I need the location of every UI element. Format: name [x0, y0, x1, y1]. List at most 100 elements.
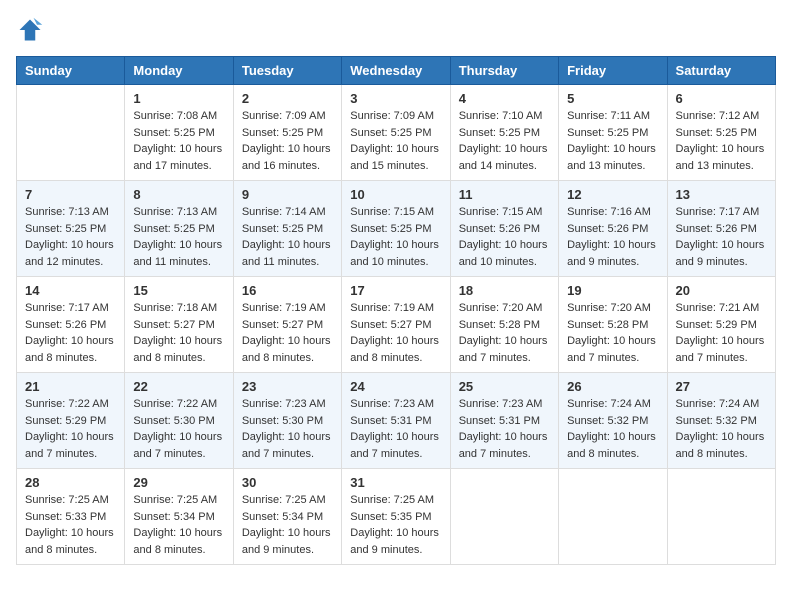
calendar-cell: 14Sunrise: 7:17 AMSunset: 5:26 PMDayligh…: [17, 277, 125, 373]
day-info: Sunrise: 7:17 AMSunset: 5:26 PMDaylight:…: [676, 204, 767, 270]
day-number: 3: [350, 91, 441, 106]
day-number: 7: [25, 187, 116, 202]
day-info: Sunrise: 7:13 AMSunset: 5:25 PMDaylight:…: [25, 204, 116, 270]
day-info: Sunrise: 7:19 AMSunset: 5:27 PMDaylight:…: [242, 300, 333, 366]
calendar-cell: 27 Sunrise: 7:24 AMSunset: 5:32 PMDayligh…: [667, 373, 775, 469]
calendar-cell: 8Sunrise: 7:13 AMSunset: 5:25 PMDaylight…: [125, 181, 233, 277]
calendar-body: 1 Sunrise: 7:08 AMSunset: 5:25 PMDaylight…: [17, 85, 776, 565]
day-info: Sunrise: 7:22 AMSunset: 5:30 PMDaylight:…: [133, 396, 224, 462]
calendar-cell: 16 Sunrise: 7:19 AMSunset: 5:27 PMDayligh…: [233, 277, 341, 373]
day-info: Sunrise: 7:14 AMSunset: 5:25 PMDaylight:…: [242, 204, 333, 270]
day-info: Sunrise: 7:19 AMSunset: 5:27 PMDaylight:…: [350, 300, 441, 366]
calendar-cell: [17, 85, 125, 181]
calendar-cell: 31 Sunrise: 7:25 AMSunset: 5:35 PMDayligh…: [342, 469, 450, 565]
day-info: Sunrise: 7:13 AMSunset: 5:25 PMDaylight:…: [133, 204, 224, 270]
day-number: 13: [676, 187, 767, 202]
day-info: Sunrise: 7:24 AMSunset: 5:32 PMDaylight:…: [567, 396, 658, 462]
calendar-cell: 13 Sunrise: 7:17 AMSunset: 5:26 PMDayligh…: [667, 181, 775, 277]
calendar-cell: 28 Sunrise: 7:25 AMSunset: 5:33 PMDayligh…: [17, 469, 125, 565]
day-info: Sunrise: 7:10 AMSunset: 5:25 PMDaylight:…: [459, 108, 550, 174]
day-info: Sunrise: 7:08 AMSunset: 5:25 PMDaylight:…: [133, 108, 224, 174]
column-header-tuesday: Tuesday: [233, 57, 341, 85]
column-header-thursday: Thursday: [450, 57, 558, 85]
day-info: Sunrise: 7:12 AMSunset: 5:25 PMDaylight:…: [676, 108, 767, 174]
calendar-cell: 3 Sunrise: 7:09 AMSunset: 5:25 PMDaylight…: [342, 85, 450, 181]
day-info: Sunrise: 7:20 AMSunset: 5:28 PMDaylight:…: [567, 300, 658, 366]
column-header-wednesday: Wednesday: [342, 57, 450, 85]
calendar-cell: 18 Sunrise: 7:20 AMSunset: 5:28 PMDayligh…: [450, 277, 558, 373]
day-number: 1: [133, 91, 224, 106]
day-info: Sunrise: 7:09 AMSunset: 5:25 PMDaylight:…: [242, 108, 333, 174]
day-number: 23: [242, 379, 333, 394]
day-number: 9: [242, 187, 333, 202]
calendar-week-row: 21Sunrise: 7:22 AMSunset: 5:29 PMDayligh…: [17, 373, 776, 469]
day-number: 19: [567, 283, 658, 298]
calendar-cell: 22 Sunrise: 7:22 AMSunset: 5:30 PMDayligh…: [125, 373, 233, 469]
day-number: 20: [676, 283, 767, 298]
calendar-cell: 24 Sunrise: 7:23 AMSunset: 5:31 PMDayligh…: [342, 373, 450, 469]
page-header: [16, 16, 776, 44]
calendar-cell: 17 Sunrise: 7:19 AMSunset: 5:27 PMDayligh…: [342, 277, 450, 373]
day-number: 2: [242, 91, 333, 106]
day-number: 30: [242, 475, 333, 490]
day-info: Sunrise: 7:25 AMSunset: 5:33 PMDaylight:…: [25, 492, 116, 558]
day-number: 10: [350, 187, 441, 202]
calendar-cell: 26Sunrise: 7:24 AMSunset: 5:32 PMDayligh…: [559, 373, 667, 469]
day-info: Sunrise: 7:15 AMSunset: 5:26 PMDaylight:…: [459, 204, 550, 270]
day-number: 31: [350, 475, 441, 490]
calendar-cell: 29 Sunrise: 7:25 AMSunset: 5:34 PMDayligh…: [125, 469, 233, 565]
calendar-cell: [559, 469, 667, 565]
calendar-cell: 19 Sunrise: 7:20 AMSunset: 5:28 PMDayligh…: [559, 277, 667, 373]
day-info: Sunrise: 7:20 AMSunset: 5:28 PMDaylight:…: [459, 300, 550, 366]
calendar-cell: 5 Sunrise: 7:11 AMSunset: 5:25 PMDaylight…: [559, 85, 667, 181]
day-number: 4: [459, 91, 550, 106]
calendar-cell: 4 Sunrise: 7:10 AMSunset: 5:25 PMDaylight…: [450, 85, 558, 181]
calendar-cell: [450, 469, 558, 565]
day-number: 24: [350, 379, 441, 394]
day-number: 25: [459, 379, 550, 394]
day-info: Sunrise: 7:15 AMSunset: 5:25 PMDaylight:…: [350, 204, 441, 270]
day-number: 6: [676, 91, 767, 106]
calendar-cell: 30Sunrise: 7:25 AMSunset: 5:34 PMDayligh…: [233, 469, 341, 565]
column-header-friday: Friday: [559, 57, 667, 85]
day-info: Sunrise: 7:09 AMSunset: 5:25 PMDaylight:…: [350, 108, 441, 174]
day-info: Sunrise: 7:25 AMSunset: 5:35 PMDaylight:…: [350, 492, 441, 558]
calendar-cell: 1 Sunrise: 7:08 AMSunset: 5:25 PMDaylight…: [125, 85, 233, 181]
calendar-week-row: 28 Sunrise: 7:25 AMSunset: 5:33 PMDayligh…: [17, 469, 776, 565]
day-info: Sunrise: 7:25 AMSunset: 5:34 PMDaylight:…: [133, 492, 224, 558]
calendar-header-row: SundayMondayTuesdayWednesdayThursdayFrid…: [17, 57, 776, 85]
day-number: 18: [459, 283, 550, 298]
day-info: Sunrise: 7:23 AMSunset: 5:30 PMDaylight:…: [242, 396, 333, 462]
calendar-table: SundayMondayTuesdayWednesdayThursdayFrid…: [16, 56, 776, 565]
day-info: Sunrise: 7:23 AMSunset: 5:31 PMDaylight:…: [459, 396, 550, 462]
day-info: Sunrise: 7:23 AMSunset: 5:31 PMDaylight:…: [350, 396, 441, 462]
day-info: Sunrise: 7:16 AMSunset: 5:26 PMDaylight:…: [567, 204, 658, 270]
day-number: 27: [676, 379, 767, 394]
day-number: 15: [133, 283, 224, 298]
day-number: 28: [25, 475, 116, 490]
day-number: 12: [567, 187, 658, 202]
calendar-week-row: 7 Sunrise: 7:13 AMSunset: 5:25 PMDaylight…: [17, 181, 776, 277]
calendar-cell: 20Sunrise: 7:21 AMSunset: 5:29 PMDayligh…: [667, 277, 775, 373]
calendar-cell: 6 Sunrise: 7:12 AMSunset: 5:25 PMDaylight…: [667, 85, 775, 181]
day-number: 22: [133, 379, 224, 394]
calendar-week-row: 14Sunrise: 7:17 AMSunset: 5:26 PMDayligh…: [17, 277, 776, 373]
day-info: Sunrise: 7:11 AMSunset: 5:25 PMDaylight:…: [567, 108, 658, 174]
calendar-cell: 10 Sunrise: 7:15 AMSunset: 5:25 PMDayligh…: [342, 181, 450, 277]
calendar-cell: 15 Sunrise: 7:18 AMSunset: 5:27 PMDayligh…: [125, 277, 233, 373]
day-number: 17: [350, 283, 441, 298]
day-info: Sunrise: 7:18 AMSunset: 5:27 PMDaylight:…: [133, 300, 224, 366]
calendar-cell: 25 Sunrise: 7:23 AMSunset: 5:31 PMDayligh…: [450, 373, 558, 469]
calendar-cell: [667, 469, 775, 565]
day-number: 5: [567, 91, 658, 106]
calendar-cell: 23 Sunrise: 7:23 AMSunset: 5:30 PMDayligh…: [233, 373, 341, 469]
column-header-sunday: Sunday: [17, 57, 125, 85]
day-number: 11: [459, 187, 550, 202]
day-number: 14: [25, 283, 116, 298]
logo-icon: [16, 16, 44, 44]
day-number: 16: [242, 283, 333, 298]
calendar-cell: 2 Sunrise: 7:09 AMSunset: 5:25 PMDaylight…: [233, 85, 341, 181]
day-number: 29: [133, 475, 224, 490]
day-info: Sunrise: 7:24 AMSunset: 5:32 PMDaylight:…: [676, 396, 767, 462]
calendar-cell: 11 Sunrise: 7:15 AMSunset: 5:26 PMDayligh…: [450, 181, 558, 277]
